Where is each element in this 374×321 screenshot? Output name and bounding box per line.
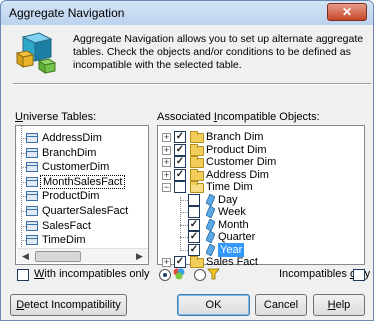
incompatible-objects-tree[interactable]: + ✓ Branch Dim + ✓ Product Dim + ✓ Customer Dim +…: [157, 125, 365, 268]
tree-node-checkbox[interactable]: [174, 181, 186, 193]
open-folder-icon: [190, 181, 204, 193]
detect-incompatibility-button[interactable]: Detect Incompatibility: [10, 294, 127, 316]
incompatible-objects-label: Associated Incompatible Objects:: [157, 111, 320, 123]
horizontal-scrollbar[interactable]: ◀ ▶: [17, 248, 148, 263]
expand-icon[interactable]: +: [162, 145, 171, 155]
folder-icon: [190, 156, 204, 168]
expand-icon[interactable]: +: [162, 258, 171, 267]
scroll-left-button[interactable]: ◀: [18, 250, 33, 263]
folder-icon: [190, 168, 204, 181]
tree-node-checkbox[interactable]: [188, 206, 200, 218]
dialog-description: Aggregate Navigation allows you to set u…: [73, 33, 364, 71]
universe-tables-label: Universe Tables:: [15, 111, 97, 123]
expand-icon[interactable]: +: [162, 133, 171, 142]
table-list-item[interactable]: SalesFact: [40, 219, 93, 233]
scroll-thumb[interactable]: [35, 251, 81, 262]
tree-line: [21, 126, 22, 247]
tree-line: [180, 212, 188, 213]
cancel-button[interactable]: Cancel: [255, 294, 307, 316]
incompatibles-only-checkbox[interactable]: [353, 269, 365, 281]
title-bar[interactable]: Aggregate Navigation ✕: [1, 1, 373, 25]
table-list-item[interactable]: CustomerDim: [40, 160, 111, 174]
table-icon: [26, 206, 38, 216]
dimension-icon: [206, 218, 215, 231]
folder-icon: [190, 143, 204, 156]
tree-line: [180, 196, 181, 251]
table-icon: [26, 147, 38, 158]
with-incompatibles-checkbox[interactable]: [17, 269, 29, 281]
ok-button[interactable]: OK: [177, 294, 250, 316]
folder-icon: [190, 256, 204, 268]
folder-icon: [190, 131, 204, 143]
tree-line: [180, 237, 188, 238]
window-title: Aggregate Navigation: [9, 6, 125, 20]
expand-icon[interactable]: +: [162, 170, 171, 180]
dimension-icon: [206, 231, 215, 243]
universe-tables-list[interactable]: AddressDim BranchDim CustomerDim MonthSales…: [15, 125, 149, 265]
table-icon: [26, 176, 38, 187]
table-list-item[interactable]: MonthSalesFact: [40, 174, 126, 189]
tree-node-checkbox[interactable]: ✓: [188, 243, 200, 256]
tree-node-checkbox[interactable]: ✓: [174, 131, 186, 143]
aggregate-navigation-dialog: Aggregate Navigation ✕ Aggregate Navigat…: [0, 0, 374, 321]
table-icon: [26, 235, 38, 246]
separator: [13, 83, 371, 85]
tree-line: [180, 224, 188, 226]
table-icon: [26, 162, 38, 173]
table-list-item[interactable]: QuarterSalesFact: [40, 204, 130, 218]
tree-line: [180, 199, 188, 201]
aggregate-navigation-logo-icon: [15, 32, 57, 74]
with-incompatibles-label: With incompatibles only: [34, 268, 150, 280]
dimension-icon: [206, 243, 215, 256]
dimension-icon: [206, 206, 215, 218]
table-list-item[interactable]: AddressDim: [40, 131, 104, 145]
expand-icon[interactable]: +: [162, 158, 171, 167]
tree-node-checkbox[interactable]: ✓: [188, 231, 200, 243]
scroll-right-button[interactable]: ▶: [132, 250, 147, 263]
tree-node-checkbox[interactable]: ✓: [174, 143, 186, 156]
help-button[interactable]: Help: [313, 294, 365, 316]
dimension-icon: [206, 193, 215, 206]
tree-node-checkbox[interactable]: ✓: [174, 156, 186, 168]
dialog-content: Aggregate Navigation allows you to set u…: [7, 27, 371, 316]
table-icon: [26, 220, 38, 231]
table-icon: [26, 191, 38, 202]
collapse-icon[interactable]: −: [162, 183, 171, 192]
objects-view-radio[interactable]: [159, 269, 171, 281]
tree-line: [180, 249, 188, 251]
tree-node-checkbox[interactable]: ✓: [188, 218, 200, 231]
table-list-item[interactable]: ProductDim: [40, 189, 101, 203]
close-button[interactable]: ✕: [327, 3, 367, 21]
table-list-item[interactable]: BranchDim: [40, 146, 98, 160]
table-list-item[interactable]: TimeDim: [40, 233, 88, 247]
objects-view-icon: [173, 268, 185, 280]
table-icon: [26, 133, 38, 143]
tree-node-checkbox[interactable]: [188, 193, 200, 206]
filter-condition-icon: [207, 268, 220, 280]
conditions-view-radio[interactable]: [194, 269, 206, 281]
tree-node-checkbox[interactable]: ✓: [174, 168, 186, 181]
